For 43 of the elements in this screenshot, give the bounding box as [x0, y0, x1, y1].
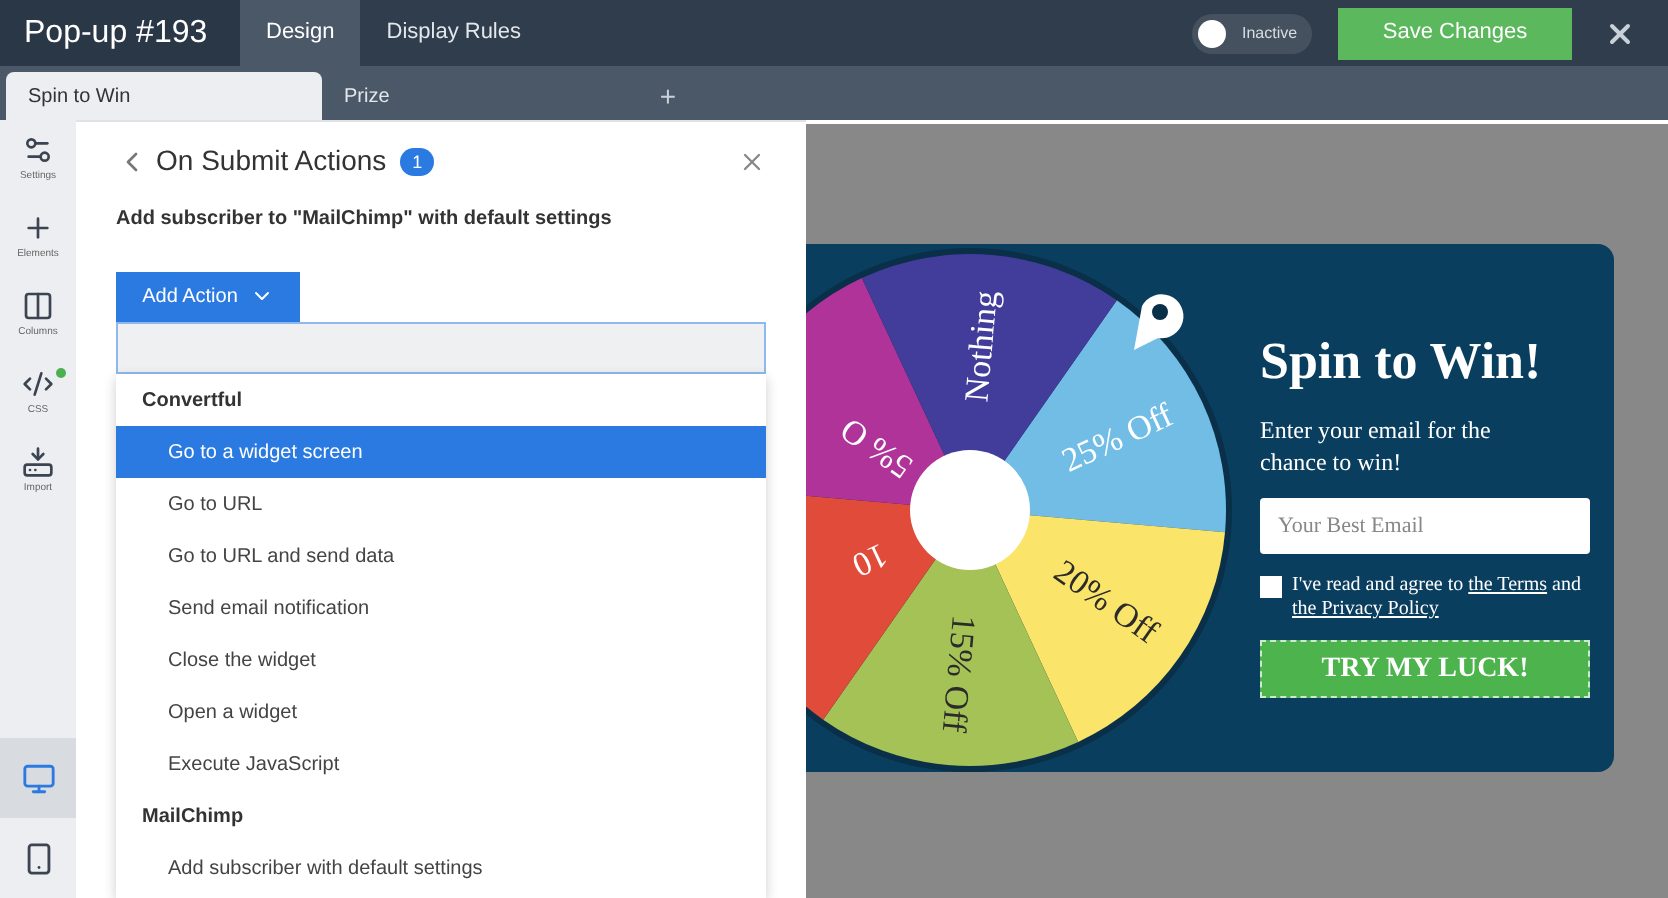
- email-field[interactable]: Your Best Email: [1260, 498, 1590, 554]
- consent-checkbox[interactable]: [1260, 576, 1282, 598]
- action-option[interactable]: Send email notification: [116, 582, 766, 635]
- action-option[interactable]: Go to a widget screen: [116, 426, 766, 479]
- action-option[interactable]: Execute JavaScript: [116, 738, 766, 791]
- panel-title: On Submit Actions: [156, 142, 387, 181]
- wheel-label: 20% Off: [1047, 552, 1166, 651]
- screen-tab[interactable]: Prize: [322, 72, 638, 120]
- action-option[interactable]: Go to URL and send data: [116, 530, 766, 583]
- consent-text: I've read and agree to the Terms and the Privacy Policy: [1292, 574, 1583, 622]
- count-badge: 1: [400, 147, 435, 176]
- code-icon: [22, 367, 54, 400]
- tray-download-icon: [22, 445, 54, 478]
- search-field[interactable]: [116, 321, 766, 375]
- action-option[interactable]: Close the widget: [116, 634, 766, 687]
- header-tab[interactable]: Display Rules: [360, 0, 547, 66]
- terms-link[interactable]: the Terms: [1468, 574, 1548, 596]
- header-tab[interactable]: Design: [240, 0, 361, 66]
- action-option[interactable]: Go to URL: [116, 478, 766, 531]
- add-screen-button[interactable]: +: [638, 72, 698, 120]
- wheel-label: 10: [846, 535, 894, 585]
- add-action-button[interactable]: Add Action: [116, 272, 300, 322]
- screen-tab[interactable]: Spin to Win: [6, 72, 322, 120]
- wheel-label: Nothing: [957, 289, 1005, 404]
- status-toggle[interactable]: Inactive: [1192, 13, 1312, 53]
- wheel-label: 25% Off: [1056, 395, 1179, 480]
- wheel-hub: [910, 450, 1030, 570]
- action-summary: Add subscriber to "MailChimp" with default settings: [116, 206, 614, 235]
- privacy-policy-link[interactable]: the Privacy Policy: [1292, 598, 1439, 620]
- action-option[interactable]: Open a widget: [116, 686, 766, 739]
- action-option[interactable]: Add subscriber with default settings: [116, 842, 766, 895]
- desktop-icon: [21, 761, 55, 795]
- sliders-icon: [22, 133, 54, 166]
- wheel-label: 5% O: [833, 410, 920, 487]
- group-heading: MailChimp: [140, 803, 246, 832]
- popup-text: Enter your email for the chance to win!: [1260, 414, 1493, 478]
- wheel-label: 15% Off: [934, 613, 983, 734]
- popup-title: Pop-up #193: [24, 13, 208, 53]
- group-heading: Convertful: [140, 387, 244, 416]
- wheel-pointer-icon: [1134, 294, 1184, 350]
- plus-icon: [22, 211, 54, 244]
- columns-icon: [22, 289, 54, 322]
- popup-heading: Spin to Win!: [1260, 330, 1544, 394]
